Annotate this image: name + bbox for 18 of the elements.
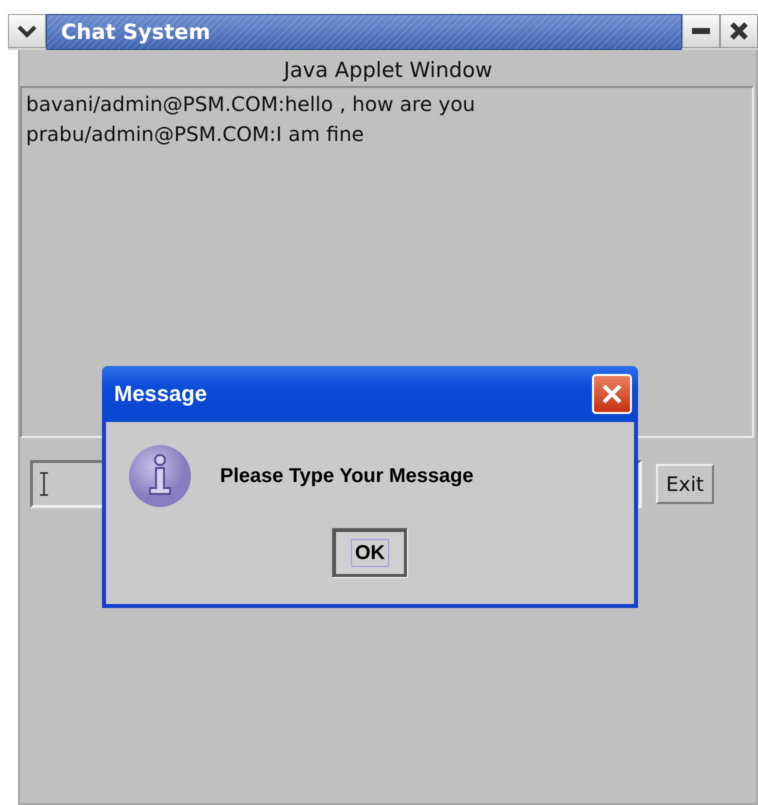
- text-cursor-icon: [39, 472, 49, 496]
- chevron-icon: [17, 24, 37, 38]
- close-icon: [601, 383, 623, 405]
- minimize-button[interactable]: [682, 14, 720, 48]
- dialog-title: Message: [114, 381, 207, 407]
- dialog-close-button[interactable]: [592, 374, 632, 414]
- window-menu-button[interactable]: [8, 14, 46, 48]
- info-icon: [128, 444, 192, 508]
- chat-message: prabu/admin@PSM.COM:I am fine: [26, 122, 364, 146]
- chat-message: bavani/admin@PSM.COM:hello , how are you: [26, 92, 476, 116]
- exit-button[interactable]: Exit: [656, 464, 714, 504]
- minimize-icon: [691, 27, 711, 35]
- applet-label: Java Applet Window: [282, 57, 494, 84]
- window-title: Chat System: [46, 14, 682, 50]
- close-button[interactable]: [720, 14, 758, 48]
- ok-button[interactable]: OK: [332, 528, 408, 578]
- dialog-message: Please Type Your Message: [220, 464, 474, 488]
- close-icon: [729, 21, 749, 41]
